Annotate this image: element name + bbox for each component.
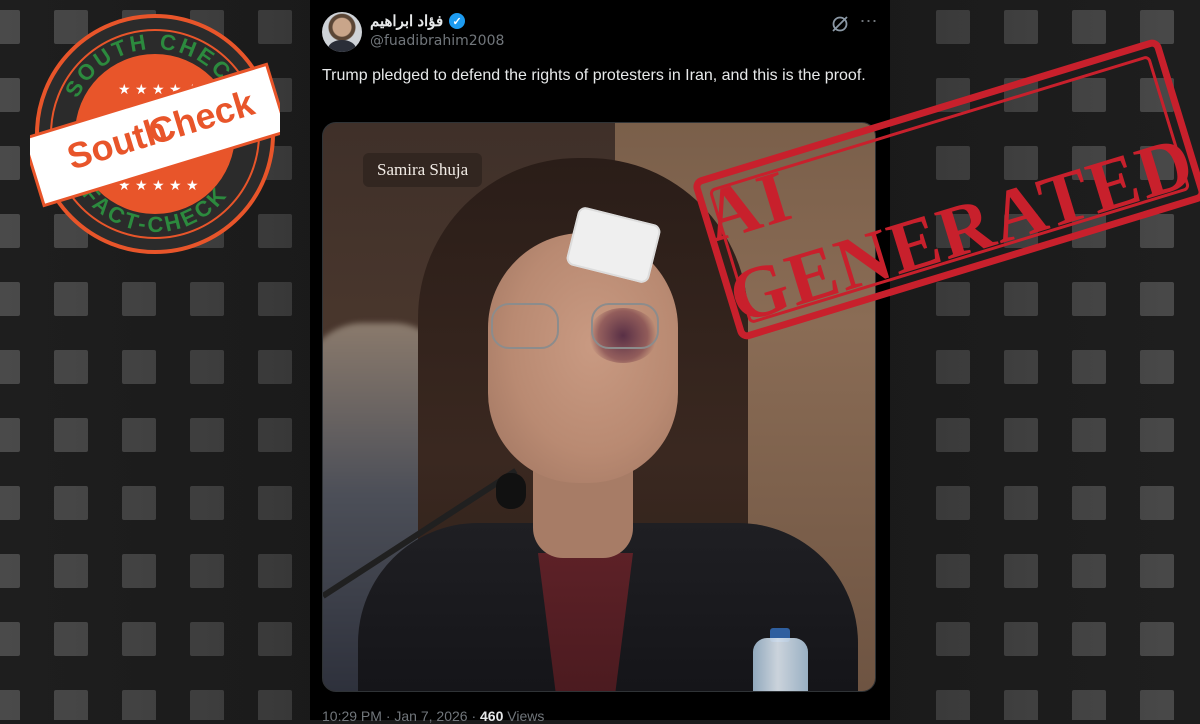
views-count: 460 [480,708,504,724]
tweet-meta: 10:29 PM · Jan 7, 2026 · 460 Views [322,708,544,724]
tweet-text: Trump pledged to defend the rights of pr… [322,67,866,84]
image-subject-glasses-left [491,303,559,349]
image-water-bottle [753,638,808,691]
image-subject-glasses-right [591,303,659,349]
more-icon[interactable]: ⋯ [858,12,880,34]
image-caption-tag: Samira Shuja [363,153,483,187]
author-display-name[interactable]: فؤاد ابراهيم [370,12,443,30]
tweet-card: فؤاد ابراهيم ✓ @fuadibrahim2008 ⋯ Trump … [310,0,890,724]
author-name-row: فؤاد ابراهيم ✓ [370,12,466,30]
grok-icon[interactable] [830,14,850,34]
meta-separator: · [471,708,481,724]
views-label: Views [507,708,545,724]
tweet-date[interactable]: Jan 7, 2026 [394,708,467,724]
author-handle[interactable]: @fuadibrahim2008 [370,33,504,49]
avatar[interactable] [322,12,362,52]
image-microphone-head [496,473,526,509]
south-check-logo: SOUTH CHECK FACT-CHECK ★ ★ ★ ★ ★ ★ ★ ★ ★… [30,14,280,254]
verified-badge-icon: ✓ [449,13,466,29]
tweet-time[interactable]: 10:29 PM [322,708,382,724]
